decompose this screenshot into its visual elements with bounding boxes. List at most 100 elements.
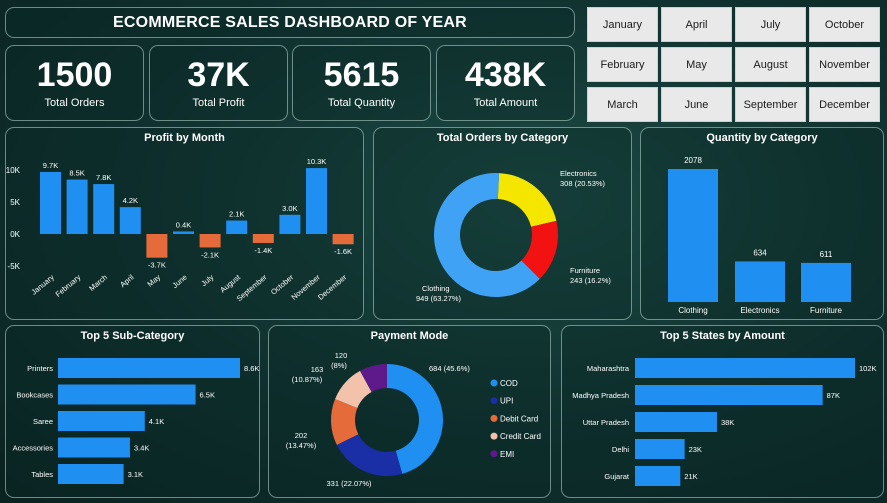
data-label: 2.1K <box>229 210 244 219</box>
slice-label-value: 308 (20.53%) <box>560 179 606 188</box>
month-button-may[interactable]: May <box>661 47 732 82</box>
slice-label-value: 243 (16.2%) <box>570 276 611 285</box>
category-label: Madhya Pradesh <box>572 391 629 400</box>
month-button-july[interactable]: July <box>735 7 806 42</box>
legend-marker <box>490 379 498 387</box>
top-sub-category-chart: Printers 8.6K Bookcases 6.5K Saree 4.1K Access… <box>13 358 259 484</box>
category-label: Furniture <box>810 306 843 315</box>
month-button-january[interactable]: January <box>587 7 658 42</box>
payment-mode-panel: Payment Mode 684 (45.6%) 331 (22.07%) 202(… <box>268 325 551 498</box>
bar <box>668 169 718 302</box>
kpi-value: 37K <box>187 56 250 94</box>
bar <box>199 234 221 248</box>
data-label: 8.6K <box>244 364 259 373</box>
data-label: 7.8K <box>96 173 111 182</box>
slice-label: (10.87%) <box>292 375 323 384</box>
category-label: Gujarat <box>604 472 630 481</box>
bar <box>58 464 124 484</box>
kpi-total-amount: 438K Total Amount <box>436 45 575 121</box>
donut-slice <box>497 173 557 227</box>
legend-label: COD <box>500 379 518 388</box>
kpi-label: Total Orders <box>44 97 105 109</box>
legend-marker <box>490 414 498 422</box>
category-label: Saree <box>33 417 53 426</box>
x-tick-label: September <box>235 272 269 303</box>
x-tick-label: December <box>316 272 349 301</box>
slice-label-name: Electronics <box>560 169 597 178</box>
bar <box>252 234 274 243</box>
slice-label-name: Furniture <box>570 266 600 275</box>
month-button-november[interactable]: November <box>809 47 880 82</box>
category-label: Uttar Pradesh <box>583 418 629 427</box>
quantity-by-category-panel: Quantity by Category 2078 Clothing 634 Elec… <box>640 127 884 320</box>
data-label: 0.4K <box>176 220 191 229</box>
data-label: 6.5K <box>200 391 215 400</box>
category-label: Printers <box>27 364 53 373</box>
orders-by-category-panel: Total Orders by Category Clothing 949 (63… <box>373 127 632 320</box>
data-label: 102K <box>859 364 877 373</box>
kpi-label: Total Amount <box>473 97 538 109</box>
data-label: 8.5K <box>69 169 84 178</box>
slice-label: 331 (22.07%) <box>326 479 372 488</box>
kpi-value: 5615 <box>323 56 400 94</box>
kpi-total-orders: 1500 Total Orders <box>5 45 144 121</box>
top-states-chart: Maharashtra 102K Madhya Pradesh 87K Uttar Pr… <box>572 358 877 486</box>
payment-mode-chart: 684 (45.6%) 331 (22.07%) 202(13.47%) 163(10… <box>286 351 541 488</box>
month-button-december[interactable]: December <box>809 87 880 122</box>
data-label: -1.4K <box>254 246 272 255</box>
kpi-label: Total Profit <box>192 97 245 109</box>
legend-label: Debit Card <box>500 414 538 423</box>
x-tick-label: April <box>118 272 136 289</box>
data-label: 10.3K <box>307 157 327 166</box>
month-button-june[interactable]: June <box>661 87 732 122</box>
bar <box>635 439 685 459</box>
category-label: Maharashtra <box>587 364 630 373</box>
slice-label-value: 949 (63.27%) <box>416 294 462 303</box>
x-tick-label: July <box>199 272 215 288</box>
bar <box>226 220 248 234</box>
y-tick-label: 5K <box>10 198 20 207</box>
kpi-total-quantity: 5615 Total Quantity <box>292 45 431 121</box>
bar <box>801 262 851 302</box>
month-button-september[interactable]: September <box>735 87 806 122</box>
x-tick-label: May <box>146 272 163 288</box>
data-label: 3.1K <box>128 470 143 479</box>
data-label: 3.0K <box>282 204 297 213</box>
kpi-label: Total Quantity <box>327 97 396 109</box>
data-label: -3.7K <box>148 261 166 270</box>
profit-by-month-panel: Profit by Month 10K 5K 0K -5K 9.7K January 8.5… <box>5 127 364 320</box>
donut-slice <box>336 434 403 476</box>
month-slicer: January April July October February May … <box>587 7 883 122</box>
legend-marker <box>490 397 498 405</box>
y-tick-label: 0K <box>10 230 20 239</box>
slice-label: (13.47%) <box>286 441 317 450</box>
x-tick-label: January <box>30 272 56 296</box>
month-button-march[interactable]: March <box>587 87 658 122</box>
kpi-total-profit: 37K Total Profit <box>149 45 288 121</box>
month-button-april[interactable]: April <box>661 7 732 42</box>
data-label: 634 <box>753 248 767 257</box>
bar <box>306 168 327 234</box>
data-label: 9.7K <box>43 161 58 170</box>
category-label: Electronics <box>740 306 779 315</box>
bar <box>40 171 61 234</box>
month-button-august[interactable]: August <box>735 47 806 82</box>
slice-label: 684 (45.6%) <box>429 364 470 373</box>
dashboard-title: ECOMMERCE SALES DASHBOARD OF YEAR <box>113 13 467 31</box>
data-label: 21K <box>684 472 697 481</box>
legend-label: Credit Card <box>500 432 541 441</box>
bar <box>58 411 145 431</box>
bar <box>735 261 785 302</box>
x-tick-label: March <box>87 273 109 293</box>
bar <box>635 385 823 405</box>
month-button-february[interactable]: February <box>587 47 658 82</box>
data-label: 611 <box>820 250 833 259</box>
data-label: 4.2K <box>123 196 138 205</box>
data-label: -1.6K <box>334 247 352 256</box>
x-tick-label: February <box>54 272 83 298</box>
month-button-october[interactable]: October <box>809 7 880 42</box>
category-label: Tables <box>31 470 53 479</box>
bar <box>119 207 141 234</box>
data-label: 4.1K <box>149 417 164 426</box>
x-tick-label: June <box>171 273 189 290</box>
